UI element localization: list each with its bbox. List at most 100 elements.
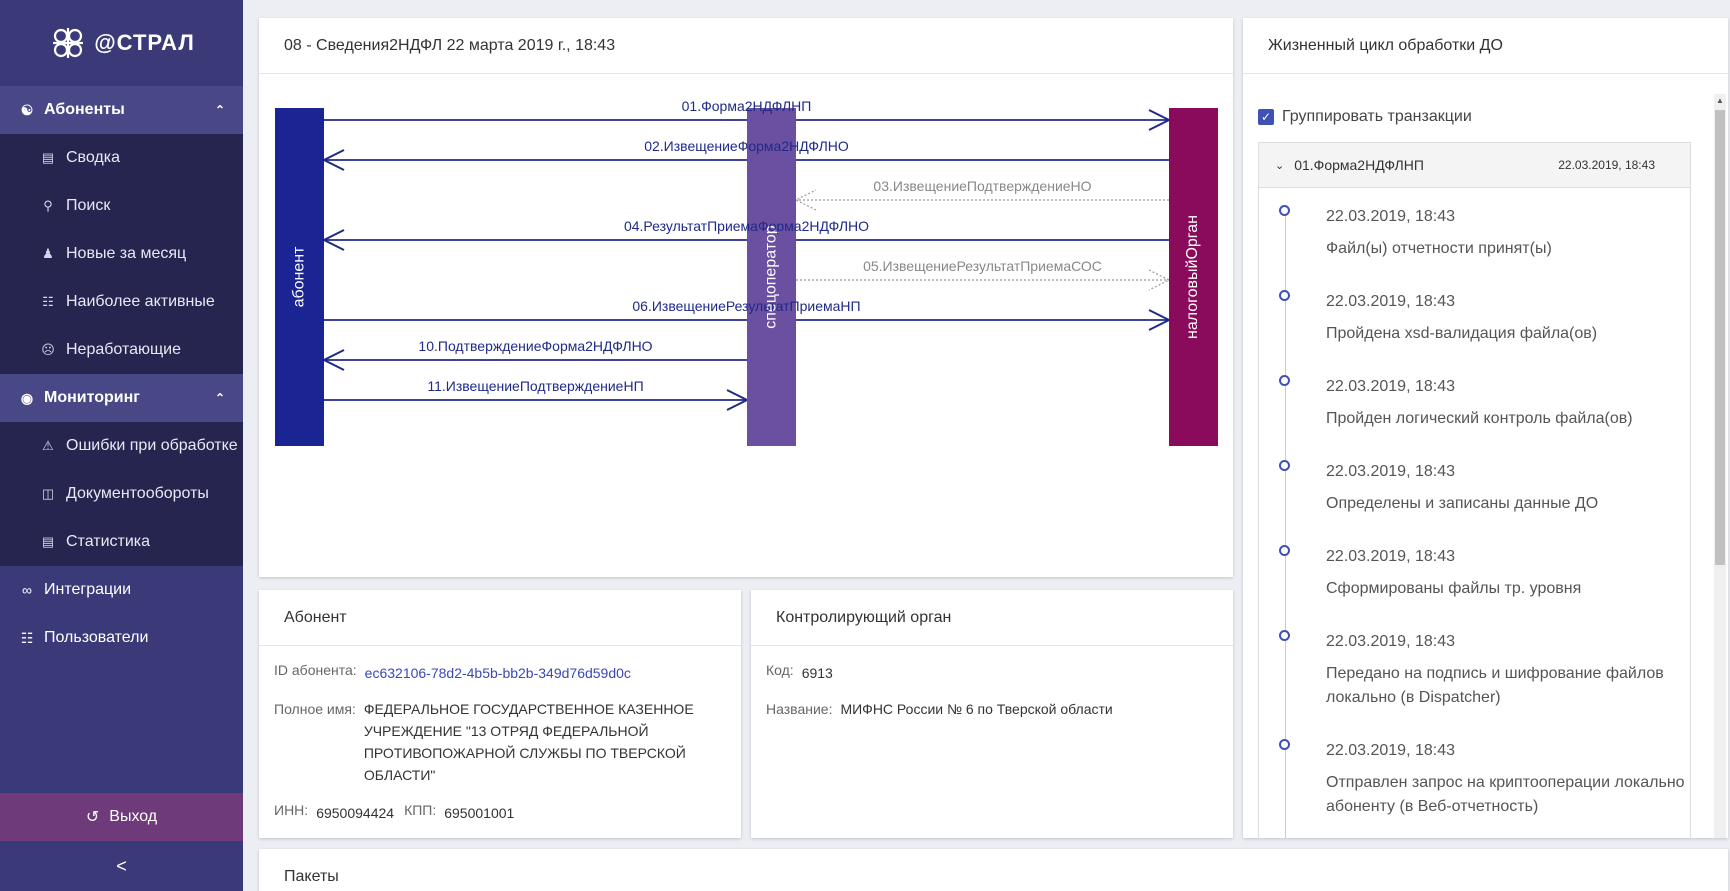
sidebar-item-users[interactable]: ☷ Пользователи: [0, 614, 243, 662]
timeline-event-date: 22.03.2019, 18:43: [1326, 378, 1456, 395]
kpp-label: КПП:: [404, 802, 437, 818]
timeline-dot-icon: [1279, 630, 1290, 641]
sidebar-item-inactive[interactable]: ☹ Неработающие: [0, 326, 243, 374]
eye-icon: ◉: [20, 389, 34, 406]
lane-label: налоговыйОрган: [1184, 214, 1202, 340]
subscriber-id-link[interactable]: ec632106-78d2-4b5b-bb2b-349d76d59d0c: [365, 662, 631, 684]
sidebar-item-label: Интеграции: [44, 581, 132, 598]
timeline-event-date: 22.03.2019, 18:43: [1326, 548, 1456, 565]
collapse-sidebar-button[interactable]: <: [0, 856, 243, 877]
code-value: 6913: [801, 665, 833, 681]
nav-section-monitoring[interactable]: ◉ Мониторинг ⌃: [0, 374, 243, 422]
chart-icon: ▤: [41, 534, 55, 549]
packages-card: Пакеты: [259, 849, 1728, 891]
timeline: 22.03.2019, 18:43 Файл(ы) отчетности прин…: [1258, 188, 1691, 838]
sidebar-item-integrations[interactable]: ∞ Интеграции: [0, 566, 243, 614]
message-label: 05.ИзвещениеРезультатПриемаСОС: [863, 258, 1102, 274]
fullname-value: ФЕДЕРАЛЬНОЕ ГОСУДАРСТВЕННОЕ КАЗЕННОЕ УЧР…: [363, 701, 694, 783]
timeline-event-text: Отправлен запрос на криптооперации локал…: [1326, 774, 1685, 815]
timeline-event-date: 22.03.2019, 18:43: [1326, 463, 1456, 480]
sidebar-item-most-active[interactable]: ☷ Наиболее активные: [0, 278, 243, 326]
message-label: 02.ИзвещениеФорма2НДФЛНО: [644, 138, 849, 154]
logo[interactable]: @СТРАЛ: [0, 0, 243, 86]
timeline-event-text: Определены и записаны данные ДО: [1326, 495, 1599, 512]
sidebar-item-summary[interactable]: ▤ Сводка: [0, 134, 243, 182]
authority-card: Контролирующий орган Код: 6913 Название:…: [751, 590, 1233, 838]
scroll-up-icon[interactable]: ▲: [1716, 96, 1724, 105]
timeline-dot-icon: [1279, 545, 1290, 556]
name-label: Название:: [766, 701, 833, 717]
sad-face-icon: ☹: [41, 342, 55, 357]
warning-icon: ⚠: [42, 438, 54, 453]
sidebar-item-new-month[interactable]: ♟ Новые за месяц: [0, 230, 243, 278]
code-label: Код:: [766, 662, 794, 678]
message-label: 06.ИзвещениеРезультатПриемаНП: [632, 298, 861, 314]
id-label: ID абонента:: [274, 662, 357, 678]
sidebar: @СТРАЛ ☯ Абоненты ⌃ ▤ Сводка ⚲ Поиск ♟ Н…: [0, 0, 243, 891]
group-transactions-checkbox[interactable]: ✓ Группировать транзакции: [1258, 108, 1472, 126]
lane-operator: спецоператор: [747, 108, 796, 446]
chevron-up-icon: ⌃: [214, 103, 225, 117]
message-label: 11.ИзвещениеПодтверждениеНП: [427, 378, 644, 394]
sidebar-item-label: Ошибки при обработке: [66, 437, 238, 454]
subscriber-fullname-row: Полное имя: ФЕДЕРАЛЬНОЕ ГОСУДАРСТВЕННОЕ …: [274, 701, 704, 786]
search-icon: ⚲: [43, 198, 53, 213]
users-list-icon: ☷: [20, 629, 34, 646]
document-icon: ◫: [41, 486, 55, 501]
timeline-event-text: Пройдена xsd-валидация файла(ов): [1326, 325, 1598, 342]
nav-section-subscribers[interactable]: ☯ Абоненты ⌃: [0, 86, 243, 134]
transaction-group-date: 22.03.2019, 18:43: [1558, 158, 1655, 172]
logout-label: Выход: [109, 808, 158, 825]
lane-subscriber: абонент: [275, 108, 324, 446]
sidebar-item-label: Сводка: [66, 149, 121, 166]
timeline-event-text: Файл(ы) отчетности принят(ы): [1326, 240, 1552, 257]
sidebar-item-label: Новые за месяц: [66, 245, 187, 262]
fullname-label: Полное имя:: [274, 701, 356, 717]
lane-tax-authority: налоговыйОрган: [1169, 108, 1218, 446]
group-transactions-label: Группировать транзакции: [1282, 108, 1472, 125]
timeline-dot-icon: [1279, 739, 1290, 750]
inn-label: ИНН:: [274, 802, 309, 818]
sidebar-item-label: Статистика: [66, 533, 151, 550]
timeline-dot-icon: [1279, 290, 1290, 301]
timeline-dot-icon: [1279, 205, 1290, 216]
subscriber-title: Абонент: [259, 590, 741, 646]
nav-section-label: Абоненты: [44, 101, 125, 118]
lifecycle-scrollbar[interactable]: ▲ ▼: [1714, 94, 1726, 838]
subscriber-card: Абонент ID абонента: ec632106-78d2-4b5b-…: [259, 590, 741, 838]
inn-value: 6950094424: [316, 805, 395, 821]
timeline-event-date: 22.03.2019, 18:43: [1326, 293, 1456, 310]
kpp-value: 695001001: [444, 805, 515, 821]
logout-button[interactable]: ↺ Выход: [0, 793, 243, 841]
nav-section-label: Мониторинг: [44, 389, 140, 406]
transaction-group-name: 01.Форма2НДФЛНП: [1294, 157, 1424, 173]
sidebar-item-statistics[interactable]: ▤ Статистика: [0, 518, 243, 566]
sidebar-item-label: Поиск: [66, 197, 111, 214]
chevron-down-icon: ⌄: [1275, 159, 1285, 172]
name-value: МИФНС России № 6 по Тверской области: [840, 701, 1113, 717]
transaction-group-header[interactable]: ⌄ 01.Форма2НДФЛНП 22.03.2019, 18:43: [1258, 142, 1691, 188]
link-icon: ∞: [22, 582, 32, 598]
timeline-event-date: 22.03.2019, 18:43: [1326, 633, 1456, 650]
timeline-dot-icon: [1279, 460, 1290, 471]
subscriber-id-row: ID абонента: ec632106-78d2-4b5b-bb2b-349…: [274, 662, 631, 684]
lifecycle-card: Жизненный цикл обработки ДО ✓ Группирова…: [1243, 18, 1728, 838]
sidebar-item-label: Пользователи: [44, 629, 149, 646]
scrollbar-thumb[interactable]: [1715, 110, 1725, 565]
sidebar-item-search[interactable]: ⚲ Поиск: [0, 182, 243, 230]
sidebar-item-label: Документообороты: [66, 485, 209, 502]
sidebar-item-errors[interactable]: ⚠ Ошибки при обработке: [0, 422, 243, 470]
message-label: 10.ПодтверждениеФорма2НДФЛНО: [418, 338, 653, 354]
user-plus-icon: ♟: [42, 246, 54, 261]
checkbox-checked-icon[interactable]: ✓: [1258, 109, 1274, 125]
timeline-dot-icon: [1279, 375, 1290, 386]
list-icon: ☷: [42, 294, 54, 309]
authority-title: Контролирующий орган: [751, 590, 1233, 646]
sidebar-item-docflows[interactable]: ◫ Документообороты: [0, 470, 243, 518]
timeline-event-date: 22.03.2019, 18:43: [1326, 742, 1456, 759]
authority-name-row: Название: МИФНС России № 6 по Тверской о…: [766, 701, 1113, 720]
lane-label: абонент: [290, 246, 308, 308]
chevron-up-icon: ⌃: [214, 391, 225, 405]
message-label: 01.Форма2НДФЛНП: [681, 98, 812, 114]
logout-icon: ↺: [85, 809, 100, 826]
